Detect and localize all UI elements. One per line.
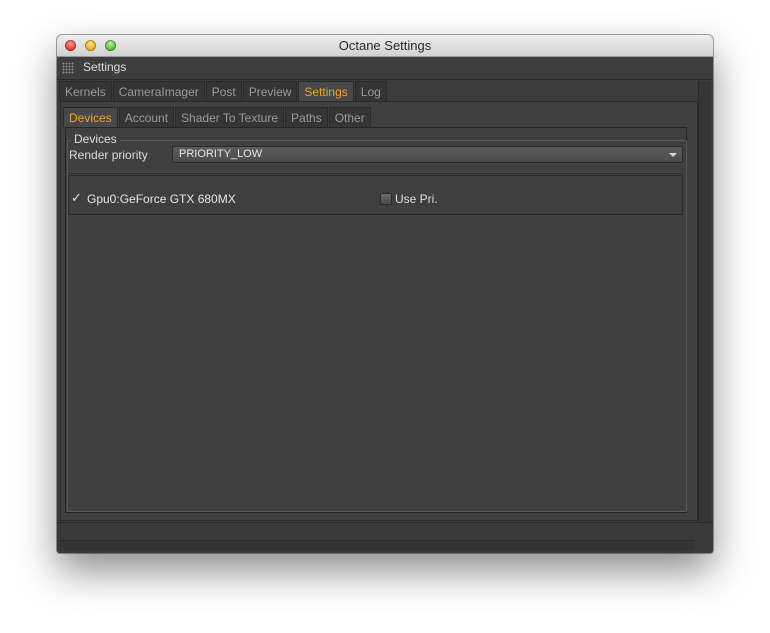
vertical-scrollbar[interactable]	[698, 81, 711, 523]
render-priority-label: Render priority	[69, 148, 148, 162]
use-pri-checkbox[interactable]	[380, 193, 392, 205]
panel-header: Settings	[57, 57, 713, 80]
sub-tab-bar: Devices Account Shader To Texture Paths …	[63, 107, 372, 127]
grip-icon[interactable]	[62, 62, 74, 74]
render-priority-select[interactable]: PRIORITY_LOW	[172, 146, 683, 163]
tab-paths[interactable]: Paths	[285, 107, 328, 127]
panel-title: Settings	[83, 60, 127, 74]
tab-other[interactable]: Other	[328, 107, 371, 127]
chevron-down-icon	[669, 153, 677, 157]
render-priority-value: PRIORITY_LOW	[179, 148, 263, 160]
device-enabled-checkbox[interactable]: ✓	[71, 190, 82, 206]
tab-post[interactable]: Post	[205, 81, 242, 101]
tab-settings[interactable]: Settings	[298, 81, 354, 101]
tab-shader-to-texture[interactable]: Shader To Texture	[175, 107, 285, 127]
device-name: Gpu0:GeForce GTX 680MX	[87, 192, 236, 206]
window-title: Octane Settings	[338, 38, 432, 53]
tab-kernels[interactable]: Kernels	[59, 81, 112, 101]
devices-group-label: Devices	[71, 132, 120, 146]
octane-settings-window: Octane Settings Settings Kernels CameraI…	[57, 35, 713, 553]
horizontal-scrollbar[interactable]	[59, 540, 695, 551]
main-tab-bar: Kernels CameraImager Post Preview Settin…	[59, 81, 388, 101]
tab-log[interactable]: Log	[354, 81, 387, 101]
title-bar[interactable]: Octane Settings	[57, 35, 713, 57]
use-pri-label: Use Pri.	[395, 192, 438, 206]
divider	[69, 173, 683, 174]
tab-preview[interactable]: Preview	[242, 81, 298, 101]
tab-devices[interactable]: Devices	[63, 107, 118, 127]
tab-account[interactable]: Account	[118, 107, 175, 127]
tab-cameraimager[interactable]: CameraImager	[112, 81, 205, 101]
